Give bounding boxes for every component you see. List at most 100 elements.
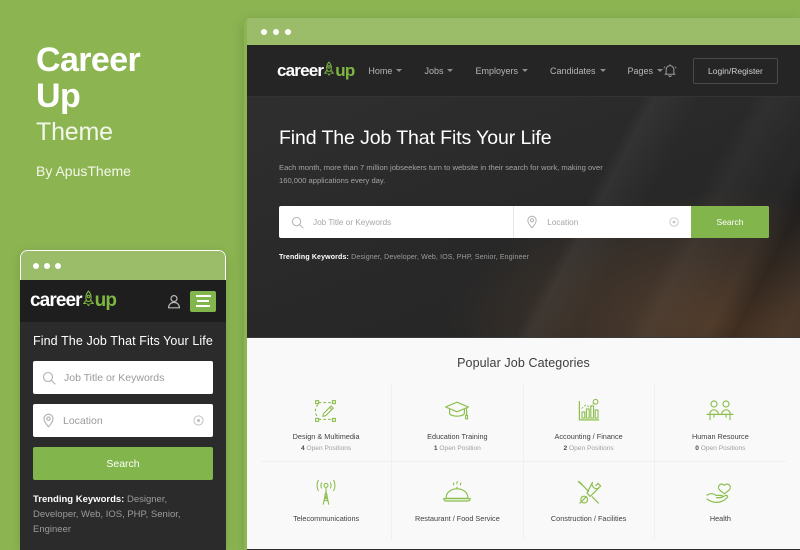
menu-line	[195, 295, 211, 297]
mobile-hero: Find The Job That Fits Your Life Job Tit…	[20, 322, 226, 537]
hero-trending-values[interactable]: Designer, Developer, Web, IOS, PHP, Seni…	[351, 254, 529, 261]
user-icon[interactable]	[167, 294, 181, 309]
design-multimedia-icon	[313, 394, 339, 428]
nav-label: Jobs	[424, 65, 444, 76]
window-dot-close	[261, 28, 267, 35]
logo-accent-text: up	[94, 290, 117, 311]
chevron-down-icon	[599, 69, 606, 72]
mobile-hero-heading: Find The Job That Fits Your Life	[33, 334, 213, 348]
category-count: 2 Open Positions	[564, 445, 614, 452]
locate-me-icon[interactable]	[669, 217, 679, 227]
mobile-location-field[interactable]: Location	[33, 404, 213, 437]
nav-item-home[interactable]: Home	[368, 66, 403, 76]
menu-line	[197, 300, 209, 302]
category-count: 1 Open Position	[434, 445, 481, 452]
category-card[interactable]: Education Training 1 Open Position	[392, 384, 524, 462]
category-card[interactable]: Telecommunications	[261, 462, 393, 540]
hero-job-search-placeholder: Job Title or Keywords	[313, 217, 392, 227]
category-name: Health	[709, 513, 731, 523]
promo-title-line2: Up	[36, 77, 81, 115]
nav-label: Employers	[475, 65, 518, 76]
category-count-label: Open Positions	[569, 444, 614, 452]
nav-label: Candidates	[549, 65, 596, 76]
hero-location-field[interactable]: Location	[514, 206, 691, 238]
hero-location-placeholder: Location	[547, 217, 579, 227]
mobile-site-header: career up	[20, 280, 226, 322]
desktop-logo[interactable]: career up	[277, 60, 355, 81]
category-name: Design & Multimedia	[292, 431, 360, 441]
window-dot-maximize	[285, 28, 291, 35]
desktop-site-header: career up Home Jobs Employers Candidates…	[247, 45, 800, 97]
desktop-hero-section: Find The Job That Fits Your Life Each mo…	[247, 97, 800, 337]
mobile-search-button[interactable]: Search	[33, 447, 213, 480]
hero-search-bar: Job Title or Keywords Location Search	[279, 206, 769, 238]
category-card[interactable]: Design & Multimedia 4 Open Positions	[261, 384, 393, 462]
mobile-header-actions	[167, 290, 216, 312]
category-name: Accounting / Finance	[554, 431, 623, 441]
bar-chart-icon	[576, 394, 602, 428]
people-desk-icon	[705, 394, 735, 428]
search-icon	[42, 371, 56, 385]
category-count-label: Open Positions	[306, 444, 352, 452]
graduation-cap-icon	[443, 394, 471, 428]
mobile-viewport: career up Find The Job That Fits Your Li…	[20, 280, 226, 550]
antenna-tower-icon	[312, 476, 340, 510]
mobile-trending-keywords: Trending Keywords: Designer, Developer, …	[33, 492, 213, 537]
category-card[interactable]: Health	[655, 462, 786, 540]
hero-trending-keywords: Trending Keywords: Designer, Developer, …	[279, 254, 770, 261]
hero-paragraph: Each month, more than 7 million jobseeke…	[279, 163, 603, 185]
category-count-value: 1	[433, 444, 438, 452]
category-name: Education Training	[427, 431, 488, 441]
window-dot-maximize	[55, 262, 61, 269]
logo-text: career	[30, 290, 83, 311]
tools-wrench-icon	[575, 476, 603, 510]
hamburger-menu-icon[interactable]	[190, 290, 216, 312]
category-card[interactable]: Restaurant / Food Service	[392, 462, 524, 540]
promo-title-line1: Career	[36, 41, 141, 79]
category-name: Restaurant / Food Service	[414, 513, 500, 523]
window-dot-minimize	[273, 28, 279, 35]
rocket-icon	[323, 60, 335, 81]
category-card[interactable]: Human Resource 0 Open Positions	[654, 384, 786, 462]
notification-bell-icon[interactable]	[663, 63, 677, 78]
chevron-down-icon	[521, 69, 528, 72]
category-count-label: Open Positions	[700, 444, 746, 452]
categories-grid: Design & Multimedia 4 Open Positions Edu…	[247, 384, 800, 540]
menu-line	[196, 305, 210, 307]
mobile-job-search-placeholder: Job Title or Keywords	[64, 371, 165, 384]
hand-heart-icon	[705, 476, 735, 510]
category-card[interactable]: Construction / Facilities	[524, 462, 655, 540]
nav-item-candidates[interactable]: Candidates	[550, 66, 606, 76]
hero-heading: Find The Job That Fits Your Life	[279, 127, 552, 149]
category-name: Human Resource	[691, 431, 749, 441]
category-count-value: 2	[563, 444, 568, 452]
category-card[interactable]: Accounting / Finance 2 Open Positions	[523, 384, 655, 462]
desktop-mockup: career up Home Jobs Employers Candidates…	[244, 18, 800, 550]
mobile-logo[interactable]: career up	[30, 290, 117, 312]
locate-me-icon[interactable]	[193, 415, 204, 426]
category-name: Telecommunications	[293, 513, 360, 523]
category-count: 0 Open Positions	[695, 445, 745, 452]
popular-categories-section: Popular Job Categories Design & Multimed…	[247, 337, 800, 549]
hero-job-search-field[interactable]: Job Title or Keywords	[279, 206, 515, 238]
login-register-button[interactable]: Login/Register	[693, 57, 778, 84]
category-count: 4 Open Positions	[301, 445, 351, 452]
category-count-value: 4	[301, 444, 305, 452]
location-pin-icon	[42, 413, 55, 428]
desktop-main-nav: Home Jobs Employers Candidates Pages	[368, 65, 664, 76]
mobile-location-placeholder: Location	[63, 414, 103, 427]
window-dot-minimize	[44, 262, 50, 269]
category-count-value: 0	[695, 444, 699, 452]
promo-subtitle: Theme	[36, 118, 113, 146]
nav-item-pages[interactable]: Pages	[628, 66, 664, 76]
chevron-down-icon	[447, 69, 454, 72]
nav-item-employers[interactable]: Employers	[475, 66, 528, 76]
desktop-viewport: career up Home Jobs Employers Candidates…	[244, 45, 800, 550]
promo-author: By ApusTheme	[36, 163, 131, 179]
mobile-mockup: career up Find The Job That Fits Your Li…	[20, 250, 226, 550]
desktop-browser-titlebar	[244, 18, 800, 45]
nav-label: Pages	[627, 65, 654, 76]
mobile-job-search-field[interactable]: Job Title or Keywords	[33, 361, 213, 394]
nav-item-jobs[interactable]: Jobs	[424, 65, 454, 76]
hero-search-button[interactable]: Search	[691, 206, 769, 238]
